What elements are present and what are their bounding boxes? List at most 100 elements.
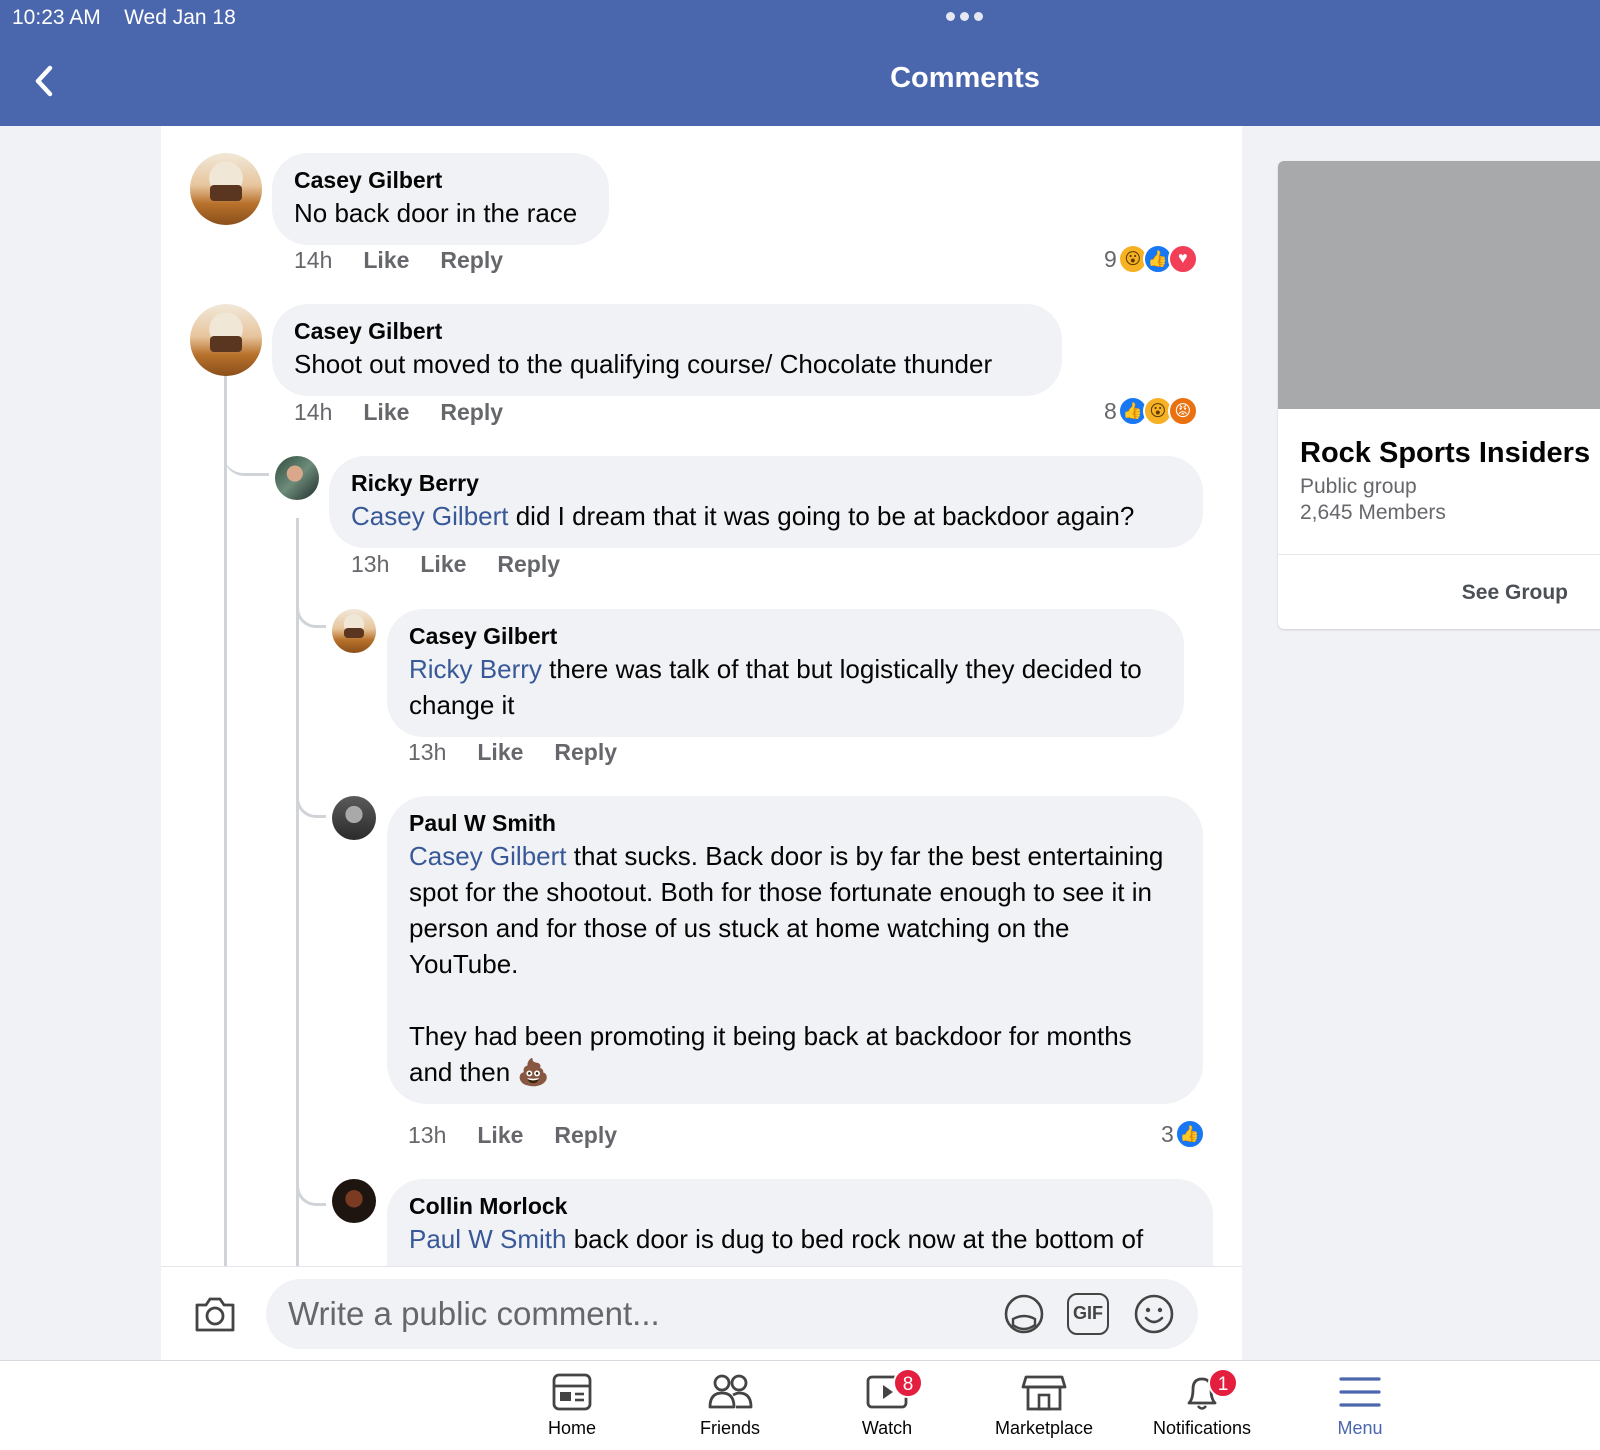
- like-reaction-icon: 👍: [1174, 1119, 1205, 1149]
- reply-button[interactable]: Reply: [440, 247, 503, 274]
- thread-connector: [296, 786, 326, 818]
- sticker-icon[interactable]: [1003, 1293, 1045, 1335]
- avatar[interactable]: [190, 304, 262, 376]
- page-title: Comments: [890, 62, 1040, 94]
- emoji-icon[interactable]: [1133, 1293, 1175, 1335]
- avatar[interactable]: [275, 456, 319, 500]
- avatar[interactable]: [332, 609, 376, 653]
- comment-text: Ricky Berry there was talk of that but l…: [409, 654, 1149, 720]
- group-name[interactable]: Rock Sports Insiders: [1300, 437, 1590, 470]
- comment-time[interactable]: 13h: [408, 739, 446, 766]
- comment-author[interactable]: Casey Gilbert: [409, 621, 1162, 651]
- tab-menu[interactable]: Menu: [1285, 1371, 1435, 1439]
- reply-button[interactable]: Reply: [440, 399, 503, 426]
- comment-composer: GIF: [161, 1266, 1242, 1360]
- avatar[interactable]: [332, 796, 376, 840]
- comment-text: Casey Gilbert that sucks. Back door is b…: [409, 841, 1164, 1087]
- marketplace-icon: [1021, 1375, 1067, 1411]
- reaction-count: 3: [1161, 1120, 1174, 1147]
- thread-connector: [224, 426, 269, 476]
- thread-connector: [296, 596, 326, 628]
- see-group-button[interactable]: See Group: [1278, 554, 1600, 629]
- comment-author[interactable]: Casey Gilbert: [294, 316, 1040, 346]
- comment-actions: 14h Like Reply: [294, 247, 503, 274]
- angry-reaction-icon: 😡: [1167, 396, 1198, 426]
- watch-badge: 8: [893, 1368, 923, 1398]
- mention-link[interactable]: Ricky Berry: [409, 654, 542, 684]
- bottom-tab-bar: Home Friends 8 Watch Marketplace 1 Notif…: [0, 1360, 1600, 1450]
- status-date: Wed Jan 18: [124, 6, 236, 29]
- comment-time[interactable]: 14h: [294, 247, 332, 274]
- tab-label: Watch: [861, 1418, 913, 1438]
- reaction-summary[interactable]: 9 😮 👍 ♥: [1104, 244, 1198, 274]
- like-button[interactable]: Like: [477, 1122, 523, 1149]
- mention-link[interactable]: Casey Gilbert: [409, 841, 567, 871]
- thread-connector: [296, 1174, 326, 1206]
- status-bar: 10:23 AM Wed Jan 18: [12, 6, 236, 30]
- reaction-count: 8: [1104, 397, 1117, 424]
- status-time: 10:23 AM: [12, 6, 101, 29]
- home-feed-icon: [552, 1373, 592, 1411]
- tab-label: Notifications: [1152, 1418, 1252, 1438]
- reply-button[interactable]: Reply: [554, 739, 617, 766]
- group-type: Public group: [1300, 475, 1417, 498]
- tab-label: Menu: [1337, 1418, 1383, 1438]
- top-bar: 10:23 AM Wed Jan 18 Comments: [0, 0, 1600, 126]
- tab-home[interactable]: Home: [497, 1371, 647, 1439]
- comment-author[interactable]: Paul W Smith: [409, 808, 1181, 838]
- avatar[interactable]: [190, 153, 262, 225]
- tab-friends[interactable]: Friends: [655, 1371, 805, 1439]
- tab-label: Marketplace: [994, 1418, 1094, 1438]
- comment-text: Paul W Smith back door is dug to bed roc…: [409, 1224, 1144, 1254]
- thread-line: [224, 372, 227, 1360]
- comments-panel: Casey Gilbert No back door in the race 1…: [161, 126, 1242, 1360]
- like-button[interactable]: Like: [420, 551, 466, 578]
- comment-bubble[interactable]: Casey Gilbert No back door in the race: [272, 153, 609, 245]
- tab-label: Friends: [699, 1418, 761, 1438]
- tab-watch[interactable]: 8 Watch: [812, 1368, 962, 1439]
- multitask-dots-icon[interactable]: [946, 12, 983, 21]
- comment-text: Shoot out moved to the qualifying course…: [294, 349, 993, 379]
- gif-icon[interactable]: GIF: [1067, 1293, 1109, 1335]
- mention-link[interactable]: Casey Gilbert: [351, 501, 509, 531]
- tab-label: Home: [547, 1418, 596, 1438]
- comment-time[interactable]: 13h: [351, 551, 389, 578]
- reaction-summary[interactable]: 3 👍: [1161, 1119, 1205, 1149]
- comment-actions: 13h Like Reply: [408, 739, 617, 766]
- love-reaction-icon: ♥: [1167, 244, 1198, 274]
- like-button[interactable]: Like: [363, 399, 409, 426]
- comment-bubble[interactable]: Casey Gilbert Shoot out moved to the qua…: [272, 304, 1062, 396]
- group-card[interactable]: Rock Sports Insiders Public group 2,645 …: [1278, 161, 1600, 629]
- like-button[interactable]: Like: [363, 247, 409, 274]
- comment-actions: 13h Like Reply: [408, 1122, 617, 1149]
- reply-button[interactable]: Reply: [554, 1122, 617, 1149]
- notifications-badge: 1: [1208, 1368, 1238, 1398]
- group-cover-image[interactable]: [1278, 161, 1600, 409]
- menu-icon: [1339, 1377, 1381, 1407]
- comment-author[interactable]: Casey Gilbert: [294, 165, 587, 195]
- comment-actions: 13h Like Reply: [351, 551, 560, 578]
- tab-notifications[interactable]: 1 Notifications: [1127, 1368, 1277, 1439]
- friends-icon: [708, 1374, 753, 1409]
- comment-actions: 14h Like Reply: [294, 399, 503, 426]
- group-members: 2,645 Members: [1300, 501, 1446, 524]
- comment-bubble[interactable]: Casey Gilbert Ricky Berry there was talk…: [387, 609, 1184, 737]
- comment-text: No back door in the race: [294, 198, 578, 228]
- reaction-summary[interactable]: 8 👍 😮 😡: [1104, 396, 1198, 426]
- reaction-count: 9: [1104, 245, 1117, 272]
- comment-bubble[interactable]: Paul W Smith Casey Gilbert that sucks. B…: [387, 796, 1203, 1104]
- comment-bubble[interactable]: Ricky Berry Casey Gilbert did I dream th…: [329, 456, 1203, 548]
- comment-text: Casey Gilbert did I dream that it was go…: [351, 501, 1135, 531]
- like-button[interactable]: Like: [477, 739, 523, 766]
- comment-input[interactable]: [266, 1279, 1198, 1349]
- mention-link[interactable]: Paul W Smith: [409, 1224, 567, 1254]
- comment-time[interactable]: 14h: [294, 399, 332, 426]
- reply-button[interactable]: Reply: [497, 551, 560, 578]
- comment-time[interactable]: 13h: [408, 1122, 446, 1149]
- group-info: Rock Sports Insiders Public group 2,645 …: [1278, 409, 1600, 554]
- comment-author[interactable]: Ricky Berry: [351, 468, 1181, 498]
- comment-author[interactable]: Collin Morlock: [409, 1191, 1191, 1221]
- camera-icon[interactable]: [193, 1295, 237, 1333]
- avatar[interactable]: [332, 1179, 376, 1223]
- tab-marketplace[interactable]: Marketplace: [969, 1371, 1119, 1439]
